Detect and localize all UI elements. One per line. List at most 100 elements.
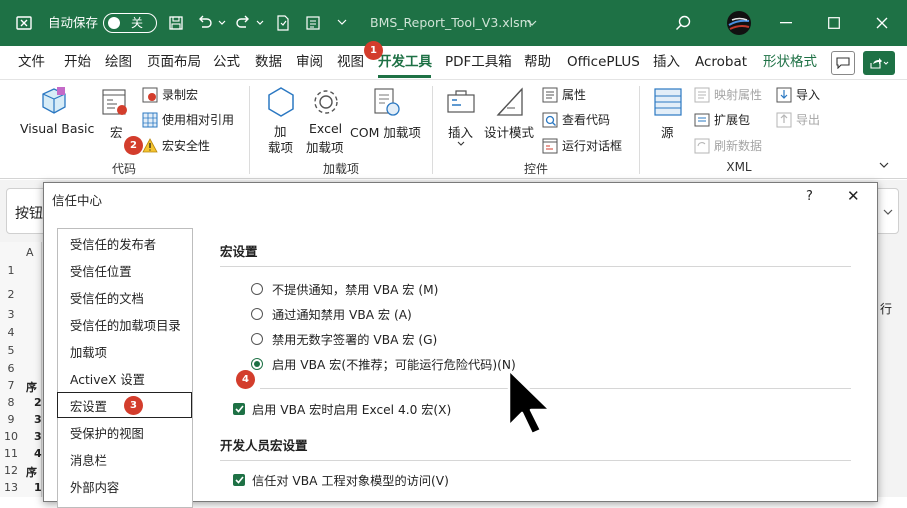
- checkbox-checked[interactable]: [233, 474, 245, 486]
- maximize-icon[interactable]: [822, 0, 846, 46]
- tab-review[interactable]: 审阅: [296, 46, 323, 79]
- radio-button[interactable]: [251, 283, 263, 295]
- redo-icon[interactable]: [232, 0, 254, 46]
- row-number[interactable]: 4: [0, 326, 22, 339]
- search-icon[interactable]: [672, 0, 694, 46]
- import-button[interactable]: 导入: [776, 86, 820, 103]
- row-number[interactable]: 11: [0, 447, 22, 460]
- refresh-data-button[interactable]: 刷新数据: [694, 137, 762, 154]
- nav-trusted-addin-catalogs[interactable]: 受信任的加载项目录: [70, 316, 181, 334]
- map-properties-button[interactable]: 映射属性: [694, 86, 762, 103]
- avatar[interactable]: [727, 11, 751, 35]
- row-number[interactable]: 8: [0, 396, 22, 409]
- column-header-a[interactable]: A: [26, 246, 34, 259]
- name-box[interactable]: 按钮: [15, 203, 43, 223]
- nav-macro-settings-selected[interactable]: 宏设置 3: [57, 392, 192, 418]
- export-button[interactable]: 导出: [776, 111, 820, 128]
- nav-message-bar[interactable]: 消息栏: [70, 451, 107, 469]
- macro-security-button[interactable]: 宏安全性: [142, 137, 210, 154]
- xml-source-button[interactable]: 源: [651, 84, 685, 140]
- row-number[interactable]: 9: [0, 413, 22, 426]
- record-macro-button[interactable]: 录制宏: [142, 86, 198, 103]
- design-mode-button[interactable]: 设计模式: [484, 84, 536, 140]
- nav-trusted-publishers[interactable]: 受信任的发布者: [70, 235, 156, 253]
- row-number[interactable]: 10: [0, 430, 22, 443]
- tab-shape-format[interactable]: 形状格式: [763, 46, 817, 79]
- cell-value[interactable]: 3: [34, 430, 42, 443]
- close-window-icon[interactable]: [870, 0, 894, 46]
- vba-trust-option[interactable]: 信任对 VBA 工程对象模型的访问(V): [233, 472, 449, 488]
- excel-app-icon[interactable]: [12, 0, 36, 46]
- visual-basic-button[interactable]: Visual Basic: [18, 84, 94, 140]
- radio-button[interactable]: [251, 308, 263, 320]
- undo-icon[interactable]: [194, 0, 216, 46]
- nav-trusted-documents[interactable]: 受信任的文档: [70, 289, 144, 307]
- close-dialog-button[interactable]: ✕: [847, 187, 860, 205]
- cell-value[interactable]: 序: [26, 464, 37, 480]
- help-button[interactable]: ?: [806, 189, 813, 204]
- customize-qat-icon[interactable]: [334, 0, 350, 46]
- nav-trusted-locations[interactable]: 受信任位置: [70, 262, 132, 280]
- addins-button[interactable]: 加 载项: [262, 84, 300, 155]
- row-number[interactable]: 2: [0, 288, 22, 301]
- expansion-pack-button[interactable]: 扩展包: [694, 111, 750, 128]
- option-disable-no-notify[interactable]: 不提供通知，禁用 VBA 宏 (M): [251, 281, 438, 297]
- cell-value[interactable]: 4: [34, 447, 42, 460]
- save-icon[interactable]: [166, 0, 186, 46]
- properties-button[interactable]: 属性: [542, 86, 586, 103]
- tab-home[interactable]: 开始: [64, 46, 91, 79]
- run-dialog-button[interactable]: 运行对话框: [542, 137, 622, 154]
- tab-officeplus[interactable]: OfficePLUS: [567, 46, 640, 79]
- row-number[interactable]: 1: [0, 264, 22, 277]
- expand-formula-icon[interactable]: [883, 209, 893, 216]
- radio-button[interactable]: [251, 333, 263, 345]
- cell-value[interactable]: 2: [34, 396, 42, 409]
- tab-file[interactable]: 文件: [18, 46, 45, 79]
- tab-acrobat[interactable]: Acrobat: [695, 46, 747, 79]
- comments-button[interactable]: [831, 51, 855, 75]
- autosave-toggle[interactable]: 关: [103, 13, 157, 33]
- option-disable-unsigned[interactable]: 禁用无数字签署的 VBA 宏 (G): [251, 331, 437, 347]
- row-number[interactable]: 13: [0, 481, 22, 494]
- row-number[interactable]: 12: [0, 464, 22, 477]
- cell-value[interactable]: 3: [34, 413, 42, 426]
- redo-dropdown-icon[interactable]: [254, 0, 266, 46]
- minimize-icon[interactable]: [774, 0, 798, 46]
- nav-addins[interactable]: 加载项: [70, 343, 107, 361]
- macros-button[interactable]: 宏: [100, 84, 132, 140]
- tab-data[interactable]: 数据: [255, 46, 282, 79]
- view-code-button[interactable]: 查看代码: [542, 111, 610, 128]
- excel-addins-button[interactable]: Excel 加载项: [305, 84, 349, 155]
- tab-formulas[interactable]: 公式: [213, 46, 240, 79]
- tab-help[interactable]: 帮助: [524, 46, 551, 79]
- tab-page-layout[interactable]: 页面布局: [147, 46, 201, 79]
- row-number[interactable]: 5: [0, 344, 22, 357]
- insert-control-button[interactable]: 插入: [444, 84, 478, 154]
- collapse-ribbon-icon[interactable]: [879, 162, 889, 169]
- tab-view[interactable]: 视图: [337, 46, 364, 79]
- tab-draw[interactable]: 绘图: [105, 46, 132, 79]
- file-name[interactable]: BMS_Report_Tool_V3.xlsm: [370, 0, 532, 46]
- nav-protected-view[interactable]: 受保护的视图: [70, 424, 144, 442]
- checkbox-checked[interactable]: [233, 403, 245, 415]
- nav-external-content[interactable]: 外部内容: [70, 478, 119, 496]
- nav-activex-settings[interactable]: ActiveX 设置: [70, 370, 145, 388]
- relative-reference-button[interactable]: 使用相对引用: [142, 111, 234, 128]
- file-convert-icon[interactable]: [272, 0, 294, 46]
- excel4-macro-option[interactable]: 启用 VBA 宏时启用 Excel 4.0 宏(X): [233, 401, 451, 417]
- tab-insert[interactable]: 插入: [653, 46, 680, 79]
- share-button[interactable]: [863, 51, 895, 75]
- row-number[interactable]: 6: [0, 362, 22, 375]
- filename-dropdown-icon[interactable]: [526, 0, 538, 46]
- row-number[interactable]: 7: [0, 379, 22, 392]
- radio-button-selected[interactable]: [251, 358, 263, 370]
- option-enable-all-macros[interactable]: 启用 VBA 宏(不推荐；可能运行危险代码)(N): [251, 356, 516, 372]
- com-addins-button[interactable]: COM 加载项: [350, 84, 424, 140]
- form-icon[interactable]: [302, 0, 324, 46]
- cell-value[interactable]: 1: [34, 481, 42, 494]
- row-number[interactable]: 3: [0, 308, 22, 321]
- tab-pdf-toolbox[interactable]: PDF工具箱: [445, 46, 512, 79]
- option-disable-with-notify[interactable]: 通过通知禁用 VBA 宏 (A): [251, 306, 412, 322]
- undo-dropdown-icon[interactable]: [216, 0, 228, 46]
- cell-value-right[interactable]: 行: [880, 300, 892, 317]
